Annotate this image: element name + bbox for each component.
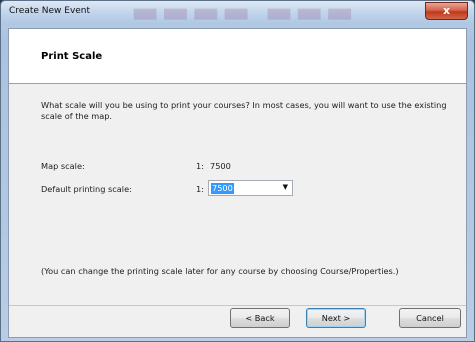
background-window-ghost: ▬▬▬▬ ▬▬▬ bbox=[131, 1, 356, 25]
close-icon: x bbox=[442, 4, 451, 17]
map-scale-value: 7500 bbox=[210, 161, 231, 171]
dialog-client-area: Print Scale What scale will you be using… bbox=[8, 28, 467, 338]
printing-scale-label: Default printing scale: bbox=[41, 184, 132, 194]
intro-text: What scale will you be using to print yo… bbox=[41, 100, 447, 121]
title-bar[interactable]: ▬▬▬▬ ▬▬▬ Create New Event x bbox=[1, 1, 474, 25]
back-button[interactable]: < Back bbox=[230, 308, 290, 328]
printing-scale-combobox[interactable]: 7500 ▼ bbox=[208, 180, 293, 196]
next-button[interactable]: Next > bbox=[306, 308, 366, 328]
cancel-button[interactable]: Cancel bbox=[399, 308, 461, 328]
page-title: Print Scale bbox=[41, 51, 103, 62]
map-scale-label: Map scale: bbox=[41, 161, 85, 171]
wizard-header: Print Scale bbox=[9, 29, 466, 84]
window-title: Create New Event bbox=[9, 6, 91, 16]
map-scale-prefix: 1: bbox=[196, 161, 204, 171]
printing-scale-value[interactable]: 7500 bbox=[211, 183, 234, 194]
printing-scale-prefix: 1: bbox=[196, 184, 204, 194]
note-text: (You can change the printing scale later… bbox=[41, 266, 399, 276]
dialog-window: ▬▬▬▬ ▬▬▬ Create New Event x Print Scale … bbox=[0, 0, 475, 342]
footer-divider bbox=[9, 305, 466, 306]
chevron-down-icon[interactable]: ▼ bbox=[283, 183, 288, 191]
close-button[interactable]: x bbox=[425, 2, 468, 20]
